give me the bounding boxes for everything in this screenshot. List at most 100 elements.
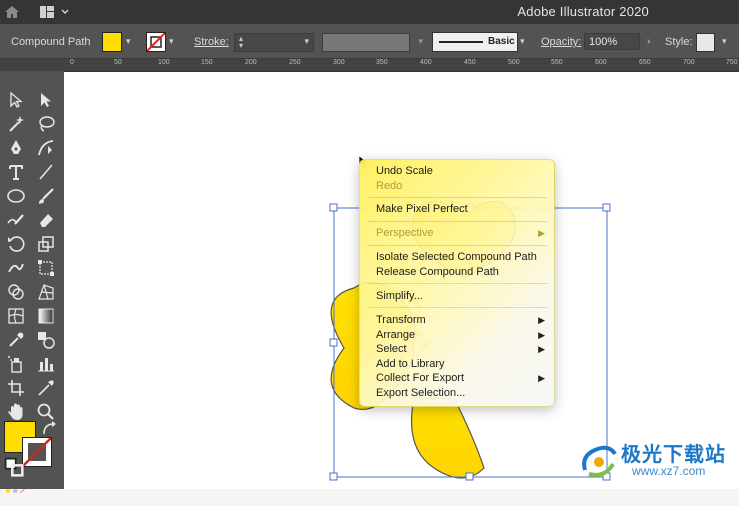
menu-item-export-selection[interactable]: Export Selection... [376,387,465,399]
line-segment-tool-icon[interactable] [36,162,56,182]
slice-tool-icon[interactable] [36,378,56,398]
eraser-tool-icon[interactable] [36,210,56,230]
menu-item-collect-for-export[interactable]: Collect For Export [376,372,464,384]
curvature-tool-icon[interactable] [36,138,56,158]
menu-item-perspective: Perspective [376,227,434,239]
brush-stroke-preview [439,41,483,43]
watermark-logo [582,445,617,477]
ruler-tick-label: 200 [245,59,257,66]
ruler-tick-label: 0 [70,59,74,66]
default-fill-stroke-icon[interactable] [4,457,24,477]
submenu-arrow-icon: ▶ [538,315,545,325]
home-icon[interactable] [2,2,22,22]
paintbrush-tool-icon[interactable] [36,186,56,206]
ruler-tick-label: 500 [508,59,520,66]
rotate-tool-icon[interactable] [6,234,26,254]
fill-color-swatch[interactable] [102,32,122,52]
blend-tool-icon[interactable] [36,330,56,350]
tools-panel [0,71,64,493]
ruler-tick-label: 450 [464,59,476,66]
brush-definition-select[interactable]: Basic [432,32,518,52]
variable-width-profile[interactable]: ▾ [322,33,423,52]
ruler-tick-label: 750 [726,59,738,66]
stroke-color-swatch[interactable] [146,32,166,52]
menu-separator [367,197,547,198]
stroke-color-box[interactable] [22,437,52,467]
stroke-weight-input[interactable]: ▴ ▾ ▾ [234,33,314,52]
ruler-tick-label: 550 [551,59,563,66]
workspace-switcher-icon[interactable] [38,4,72,20]
ruler-tick-label: 100 [158,59,170,66]
watermark-url: www.xz7.com [632,464,706,478]
menu-item-isolate-compound-path[interactable]: Isolate Selected Compound Path [376,251,537,263]
chevron-right-icon[interactable]: › [647,36,657,47]
mesh-tool-icon[interactable] [6,306,26,326]
eyedropper-tool-icon[interactable] [6,330,26,350]
menu-item-transform[interactable]: Transform [376,314,426,326]
ruler-tick-label: 250 [289,59,301,66]
ruler-tick-label: 600 [595,59,607,66]
ruler-corner [0,59,64,71]
perspective-grid-tool-icon[interactable] [36,282,56,302]
menu-separator [367,283,547,284]
opacity-input[interactable]: 100% [584,33,640,50]
menu-item-add-to-library[interactable]: Add to Library [376,358,444,370]
chevron-down-icon[interactable]: ▾ [126,36,136,46]
menu-item-make-pixel-perfect[interactable]: Make Pixel Perfect [376,203,468,215]
selection-tool-icon[interactable] [6,90,26,110]
free-transform-tool-icon[interactable] [36,258,56,278]
brush-name: Basic [488,36,515,47]
shaper-tool-icon[interactable] [6,210,26,230]
context-menu: Undo Scale Redo Make Pixel Perfect Persp… [359,159,555,407]
pen-tool-icon[interactable] [6,138,26,158]
graphic-style-swatch[interactable] [696,33,715,52]
hand-tool-icon[interactable] [6,402,26,422]
shape-builder-tool-icon[interactable] [6,282,26,302]
submenu-arrow-icon: ▶ [538,344,545,354]
menu-separator [367,221,547,222]
ruler-tick-label: 350 [376,59,388,66]
ruler-tick-label: 400 [420,59,432,66]
chevron-down-icon[interactable]: ▾ [722,36,732,46]
menu-item-undo-scale[interactable]: Undo Scale [376,165,433,177]
opacity-label[interactable]: Opacity: [541,36,581,48]
submenu-arrow-icon: ▶ [538,373,545,383]
warp-tool-icon[interactable] [6,258,26,278]
chevron-down-icon[interactable]: ▾ [520,36,530,46]
menu-item-simplify[interactable]: Simplify... [376,290,423,302]
ruler-tick-label: 650 [639,59,651,66]
stroke-label[interactable]: Stroke: [194,36,229,48]
artboard-tool-icon[interactable] [6,378,26,398]
lasso-tool-icon[interactable] [36,114,56,134]
horizontal-ruler: 0 50 100 150 200 250 300 350 400 450 500 550 600 650 7… [64,59,739,72]
type-tool-icon[interactable] [6,162,26,182]
scale-tool-icon[interactable] [36,234,56,254]
column-graph-tool-icon[interactable] [36,354,56,374]
ruler-tick-label: 50 [114,59,122,66]
submenu-arrow-icon: ▶ [538,330,545,340]
style-label: Style: [665,36,693,48]
menu-item-redo: Redo [376,180,403,192]
watermark: 极光下载站 www.xz7.com [577,436,737,486]
color-mode-icons[interactable] [6,481,56,493]
title-bar: Adobe Illustrator 2020 [0,0,739,24]
ruler-tick-label: 150 [201,59,213,66]
watermark-title: 极光下载站 [621,444,726,466]
submenu-arrow-icon: ▶ [538,228,545,238]
control-bar: Compound Path ▾ ▾ Stroke: ▴ ▾ ▾ ▾ Basic ▾… [0,24,739,59]
object-type-label: Compound Path [11,36,91,48]
ellipse-tool-icon[interactable] [6,186,26,206]
gradient-tool-icon[interactable] [36,306,56,326]
swap-fill-stroke-icon[interactable] [40,419,56,435]
menu-item-release-compound-path[interactable]: Release Compound Path [376,266,499,278]
menu-item-select[interactable]: Select [376,343,407,355]
symbol-sprayer-tool-icon[interactable] [6,354,26,374]
app-title: Adobe Illustrator 2020 [517,4,649,19]
ruler-tick-label: 700 [683,59,695,66]
magic-wand-tool-icon[interactable] [6,114,26,134]
chevron-down-icon[interactable]: ▾ [169,36,179,46]
direct-selection-tool-icon[interactable] [36,90,56,110]
menu-separator [367,307,547,308]
menu-separator [367,245,547,246]
menu-item-arrange[interactable]: Arrange [376,329,415,341]
